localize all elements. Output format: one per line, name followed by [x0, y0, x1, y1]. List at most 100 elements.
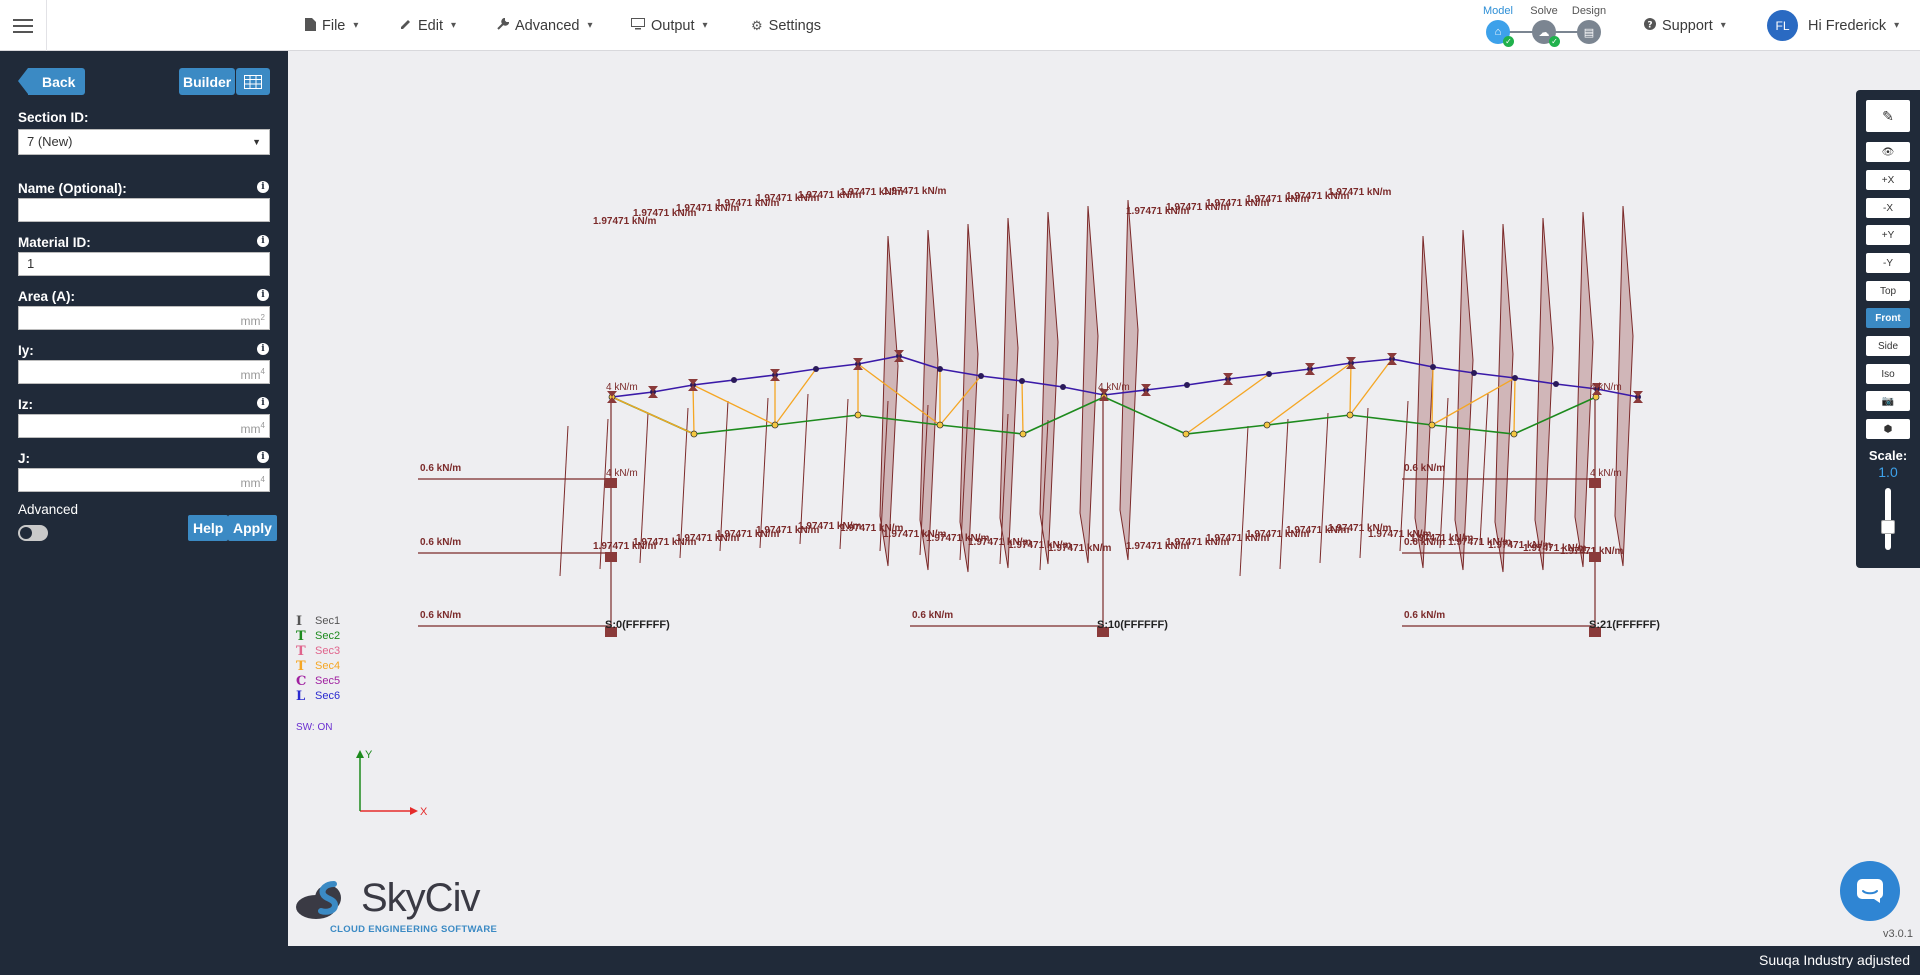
info-icon[interactable]: i [257, 289, 269, 301]
file-icon [305, 17, 316, 34]
section-editor-panel: Back Builder Section ID: 7 (New) ▼ Name … [0, 51, 288, 946]
support-label: S:21(FFFFFF) [1589, 619, 1660, 631]
info-icon[interactable]: i [257, 343, 269, 355]
material-id-input[interactable]: 1 [18, 252, 270, 276]
settings-menu[interactable]: ⚙ Settings [751, 0, 821, 51]
pencil-button[interactable]: ✎ [1866, 100, 1910, 132]
point-load-label: 4 kN/m [606, 382, 638, 393]
load-arrow-line [1359, 407, 1369, 559]
view-iso-button[interactable]: Iso [1866, 364, 1910, 384]
material-id-label: Material ID: [18, 235, 91, 250]
pencil-icon [400, 18, 412, 33]
wind-load-label: 0.6 kN/m [1404, 463, 1445, 474]
distributed-load-patch [1494, 223, 1514, 573]
output-menu-label: Output [651, 17, 695, 34]
view-plus-x-button[interactable]: +X [1866, 170, 1910, 190]
user-menu[interactable]: Hi Frederick ▾ [1808, 0, 1899, 51]
name-label: Name (Optional): [18, 181, 127, 196]
eye-button[interactable]: 👁 [1866, 142, 1910, 162]
legend-label: Sec4 [315, 660, 341, 672]
iz-input[interactable]: mm4 [18, 414, 270, 438]
chevron-down-icon: ▾ [702, 20, 708, 31]
dropdown-arrow-icon: ▼ [252, 137, 261, 147]
camera-button[interactable]: 📷 [1866, 391, 1910, 411]
scale-slider-track[interactable] [1885, 488, 1891, 550]
help-button[interactable]: Help [188, 515, 229, 541]
hamburger-icon[interactable] [0, 0, 47, 51]
advanced-menu[interactable]: Advanced ▾ [497, 0, 593, 51]
model-canvas[interactable]: 1.97471 kN/m 1.97471 kN/m 1.97471 kN/m 1.97… [288, 51, 1920, 946]
legend-glyph: T [296, 644, 306, 659]
node [1430, 364, 1436, 370]
legend-item: T Sec2 [296, 629, 340, 644]
node [978, 373, 984, 379]
chat-button[interactable] [1840, 861, 1900, 921]
wind-load-label: 0.6 kN/m [420, 463, 461, 474]
node-support-icon [1589, 552, 1601, 562]
step-design[interactable]: Design ▤ [1566, 5, 1612, 44]
builder-button[interactable]: Builder [179, 68, 236, 95]
distributed-load-patch [1454, 229, 1474, 571]
step-solve[interactable]: Solve ☁ ✓ [1521, 5, 1567, 47]
file-menu[interactable]: File ▾ [305, 0, 358, 51]
edit-menu[interactable]: Edit ▾ [400, 0, 456, 51]
avatar[interactable]: FL [1767, 10, 1798, 41]
web-member [1349, 358, 1393, 416]
scale-slider-handle[interactable] [1881, 520, 1895, 534]
cube-button[interactable]: ⬢ [1866, 419, 1910, 439]
support-menu[interactable]: ? Support ▾ [1644, 0, 1726, 51]
web-member [692, 384, 695, 435]
j-input[interactable]: mm4 [18, 468, 270, 492]
legend-label: Sec3 [315, 645, 341, 657]
legend-item: C Sec5 [296, 674, 340, 689]
back-button[interactable]: Back [17, 68, 86, 95]
legend-label: Sec6 [315, 690, 341, 702]
table-view-button[interactable] [236, 68, 270, 95]
iy-input[interactable]: mm4 [18, 360, 270, 384]
status-footer: Suuqa Industry adjusted [0, 946, 1920, 975]
info-icon[interactable]: i [257, 235, 269, 247]
view-side-button[interactable]: Side [1866, 336, 1910, 356]
node [690, 430, 698, 438]
legend-label: Sec5 [315, 675, 341, 687]
section-id-select[interactable]: 7 (New) ▼ [18, 129, 270, 155]
load-label: 1.97471 kN/m [1328, 187, 1391, 198]
iz-unit: mm4 [240, 421, 265, 436]
structure-model[interactable]: 1.97471 kN/m1.97471 kN/m1.97471 kN/m1.97… [288, 51, 1920, 946]
point-load-label: 4 kN/m [1098, 382, 1130, 393]
step-solve-label: Solve [1530, 5, 1558, 17]
user-greeting: Hi Frederick [1808, 17, 1887, 34]
step-model[interactable]: Model ⌂ ✓ [1475, 5, 1521, 47]
chevron-down-icon: ▾ [1894, 20, 1900, 31]
legend-glyph: T [296, 659, 306, 674]
output-menu[interactable]: Output ▾ [631, 0, 708, 51]
support-label: Support [1662, 17, 1713, 34]
apply-button[interactable]: Apply [228, 515, 277, 541]
scale-label: Scale: [1868, 448, 1908, 463]
view-minus-y-button[interactable]: -Y [1866, 253, 1910, 273]
wind-load-label: 0.6 kN/m [1404, 537, 1445, 548]
info-icon[interactable]: i [257, 397, 269, 409]
area-label: Area (A): [18, 289, 76, 304]
view-plus-y-button[interactable]: +Y [1866, 225, 1910, 245]
load-arrow-line [1279, 418, 1289, 570]
view-toolbar: ✎ 👁 +X -X +Y -Y Top Front Side Iso 📷 ⬢ S… [1856, 90, 1920, 568]
node [937, 366, 943, 372]
legend-glyph: C [296, 674, 307, 689]
info-icon[interactable]: i [257, 181, 269, 193]
j-unit: mm4 [240, 475, 265, 490]
load-label: 1.97471 kN/m [883, 186, 946, 197]
info-icon[interactable]: i [257, 451, 269, 463]
legend-glyph: T [296, 629, 306, 644]
view-front-button[interactable]: Front [1866, 308, 1910, 328]
legend-item: T Sec3 [296, 644, 340, 659]
x-axis-arrow [410, 807, 418, 815]
view-top-button[interactable]: Top [1866, 281, 1910, 301]
point-load-label: 4 kN/m [1590, 382, 1622, 393]
advanced-toggle[interactable] [18, 525, 48, 541]
view-minus-x-button[interactable]: -X [1866, 198, 1910, 218]
step-design-label: Design [1571, 5, 1607, 17]
name-input[interactable] [18, 198, 270, 222]
node [1019, 378, 1025, 384]
area-input[interactable]: mm2 [18, 306, 270, 330]
